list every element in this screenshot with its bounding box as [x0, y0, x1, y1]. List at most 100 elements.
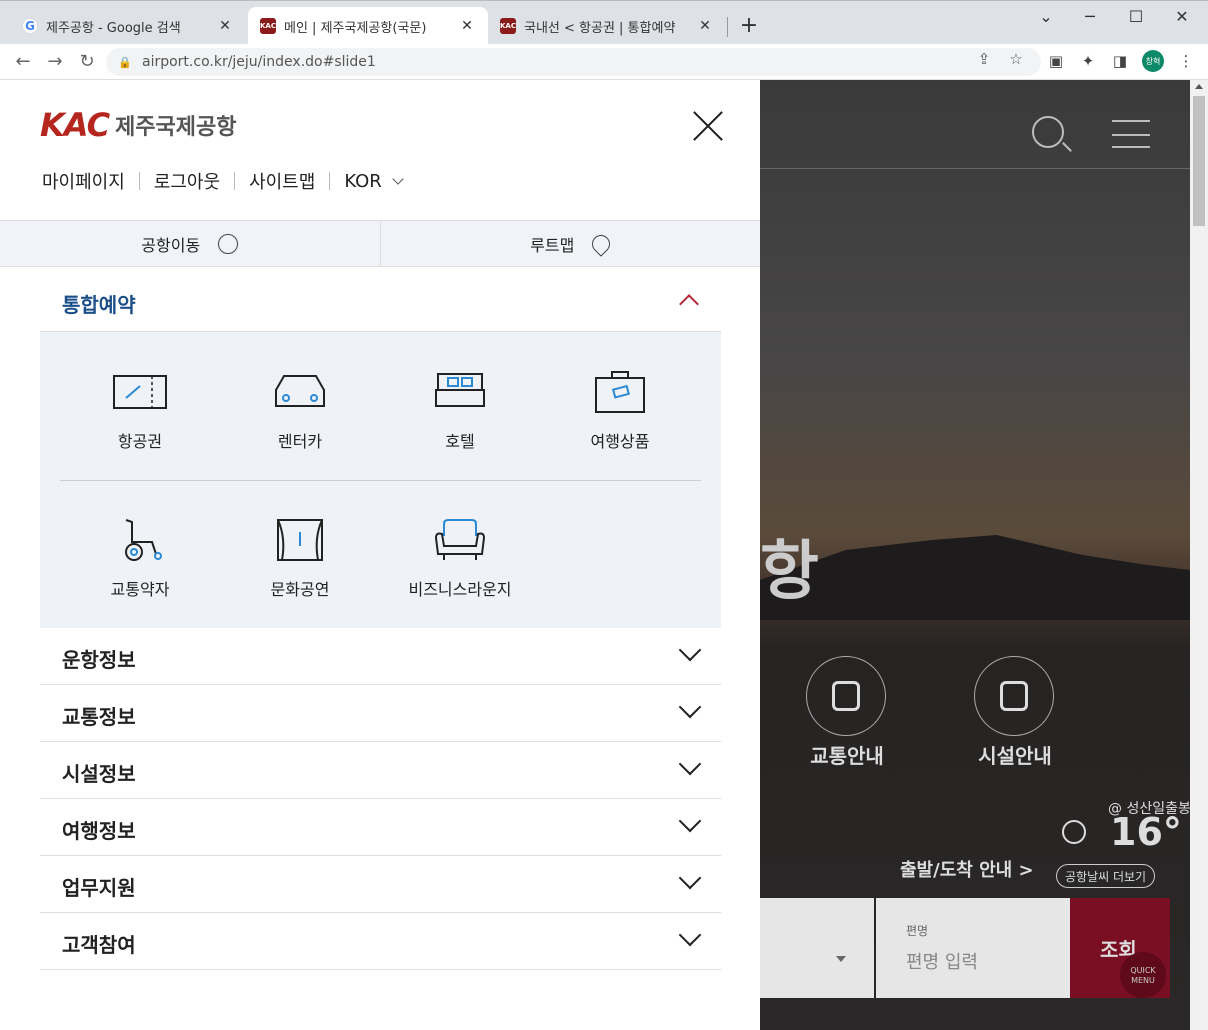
section-business-support[interactable]: 업무지원: [40, 856, 721, 913]
search-icon[interactable]: [1032, 116, 1064, 148]
grid-item-label: 항공권: [117, 432, 163, 451]
tab-title: 메인 | 제주국제공항(국문): [284, 20, 427, 36]
section-facility-info[interactable]: 시설정보: [40, 742, 721, 799]
close-tab-icon[interactable]: ✕: [696, 18, 714, 34]
kac-icon: KAC: [260, 18, 276, 34]
language-select[interactable]: KOR: [344, 171, 382, 192]
browser-tab-google[interactable]: G 제주공항 - Google 검색 ✕: [10, 7, 246, 45]
route-map-label: 루트맵: [530, 235, 575, 255]
route-map-button[interactable]: 루트맵: [379, 221, 761, 266]
maximize-icon[interactable]: ☐: [1126, 7, 1146, 26]
tab-separator: [727, 17, 728, 37]
booking-grid: 항공권 렌터카 호텔 여행상품 교통약자 문화공연 비즈니스라운지: [40, 332, 721, 628]
grid-item-business-lounge[interactable]: 비즈니스라운지: [380, 500, 540, 610]
mypage-link[interactable]: 마이페이지: [42, 168, 125, 194]
grid-item-label: 여행상품: [590, 432, 650, 451]
browser-toolbar: ← → ↻ 🔒 airport.co.kr/jeju/index.do#slid…: [0, 44, 1208, 80]
close-tab-icon[interactable]: ✕: [216, 18, 234, 34]
header-divider: [760, 168, 1190, 169]
minimize-icon[interactable]: ─: [1080, 7, 1100, 26]
wheelchair-icon: [125, 519, 162, 561]
chevron-down-icon: [392, 172, 404, 185]
chevron-down-icon: [678, 638, 702, 662]
lock-icon: 🔒: [118, 55, 132, 69]
section-flight-info[interactable]: 운항정보: [40, 628, 721, 685]
ticket-icon: [113, 375, 167, 409]
back-icon[interactable]: ←: [12, 51, 34, 72]
extensions-icon[interactable]: ✦: [1078, 52, 1098, 70]
forward-icon[interactable]: →: [44, 51, 66, 72]
browser-tab-jeju-main[interactable]: KAC 메인 | 제주국제공항(국문) ✕: [248, 7, 488, 45]
section-traffic-info[interactable]: 교통정보: [40, 685, 721, 742]
hero-title-fragment: 항: [760, 535, 819, 609]
grid-item-mobility-impaired[interactable]: 교통약자: [60, 500, 220, 610]
flight-number-placeholder: 편명 입력: [906, 952, 978, 973]
grid-item-label: 렌터카: [277, 432, 323, 451]
chevron-up-icon: [679, 294, 699, 314]
section-title: 교통정보: [62, 705, 136, 729]
grid-item-label: 교통약자: [110, 580, 170, 599]
window-close-icon[interactable]: ✕: [1172, 7, 1192, 26]
chevron-down-icon: [678, 809, 702, 833]
grid-item-label: 문화공연: [270, 580, 330, 599]
weather-more-button[interactable]: 공항날씨 더보기: [1056, 864, 1156, 888]
scrollbar-thumb[interactable]: [1193, 96, 1205, 226]
tab-title: 국내선 < 항공권 | 통합예약: [524, 20, 676, 36]
logout-link[interactable]: 로그아웃: [154, 168, 220, 194]
browser-tab-booking[interactable]: KAC 국내선 < 항공권 | 통합예약 ✕: [488, 7, 726, 45]
bookmark-star-icon[interactable]: ☆: [1006, 50, 1026, 68]
page-scrollbar[interactable]: [1190, 80, 1208, 1030]
hamburger-menu-icon[interactable]: [1112, 120, 1150, 148]
close-menu-button[interactable]: [692, 110, 724, 142]
transport-guide-label: 교통안내: [810, 744, 884, 768]
quick-menu-button[interactable]: QUICK MENU: [1120, 952, 1166, 998]
kac-logo-mark: KAC: [40, 106, 110, 144]
google-icon: G: [22, 18, 38, 34]
section-customer-participation[interactable]: 고객참여: [40, 913, 721, 970]
section-integrated-booking[interactable]: 통합예약: [40, 267, 721, 332]
browser-tab-bar: G 제주공항 - Google 검색 ✕ KAC 메인 | 제주국제공항(국문)…: [0, 0, 1208, 45]
grid-item-label: 호텔: [445, 432, 475, 451]
new-tab-icon[interactable]: +: [738, 13, 760, 38]
address-bar[interactable]: 🔒 airport.co.kr/jeju/index.do#slide1: [106, 48, 1041, 76]
grid-item-culture[interactable]: 문화공연: [220, 500, 380, 610]
airport-move-button[interactable]: 공항이동: [0, 221, 380, 266]
armchair-icon: [434, 519, 486, 560]
quick-bar: 공항이동 루트맵: [0, 220, 760, 267]
browser-menu-icon[interactable]: ⋮: [1176, 52, 1196, 70]
section-title: 업무지원: [62, 876, 136, 900]
bed-icon: [435, 373, 485, 407]
side-panel-icon[interactable]: ◨: [1110, 52, 1130, 70]
section-title: 시설정보: [62, 762, 136, 786]
url-text: airport.co.kr/jeju/index.do#slide1: [142, 54, 376, 70]
chevron-down-icon: [678, 695, 702, 719]
tab-title: 제주공항 - Google 검색: [46, 20, 181, 36]
share-icon[interactable]: ⇪: [974, 50, 994, 68]
grid-item-hotel[interactable]: 호텔: [380, 352, 540, 462]
store-icon: [1000, 681, 1028, 711]
flight-number-field[interactable]: 편명 편명 입력: [876, 898, 1070, 998]
close-tab-icon[interactable]: ✕: [458, 18, 476, 34]
sitemap-link[interactable]: 사이트맵: [249, 168, 315, 194]
section-travel-info[interactable]: 여행정보: [40, 799, 721, 856]
airline-select[interactable]: [760, 898, 874, 998]
grid-item-rentcar[interactable]: 렌터카: [220, 352, 380, 462]
profile-avatar[interactable]: 창혁: [1142, 50, 1164, 72]
scroll-up-icon[interactable]: [1195, 84, 1203, 89]
reload-icon[interactable]: ↻: [76, 51, 98, 72]
map-pin-icon: [588, 230, 615, 257]
kac-logo[interactable]: KAC 제주국제공항: [40, 106, 237, 144]
transport-guide-button[interactable]: [806, 656, 886, 736]
facility-guide-button[interactable]: [974, 656, 1054, 736]
chevron-down-icon: [678, 923, 702, 947]
flight-number-label: 편명: [906, 924, 929, 938]
airport-move-label: 공항이동: [141, 235, 201, 255]
suitcase-icon: [595, 371, 645, 413]
grid-item-flight[interactable]: 항공권: [60, 352, 220, 462]
side-menu-panel: KAC 제주국제공항 마이페이지 로그아웃 사이트맵 KOR 공항이동 루트맵 …: [0, 80, 760, 1030]
stage-curtain-icon: [277, 519, 323, 561]
departure-arrival-link[interactable]: 출발/도착 안내 >: [900, 856, 1034, 882]
tab-search-icon[interactable]: ⌄: [1036, 7, 1056, 26]
grid-item-travel-package[interactable]: 여행상품: [540, 352, 700, 462]
picture-in-picture-icon[interactable]: ▣: [1046, 52, 1066, 70]
